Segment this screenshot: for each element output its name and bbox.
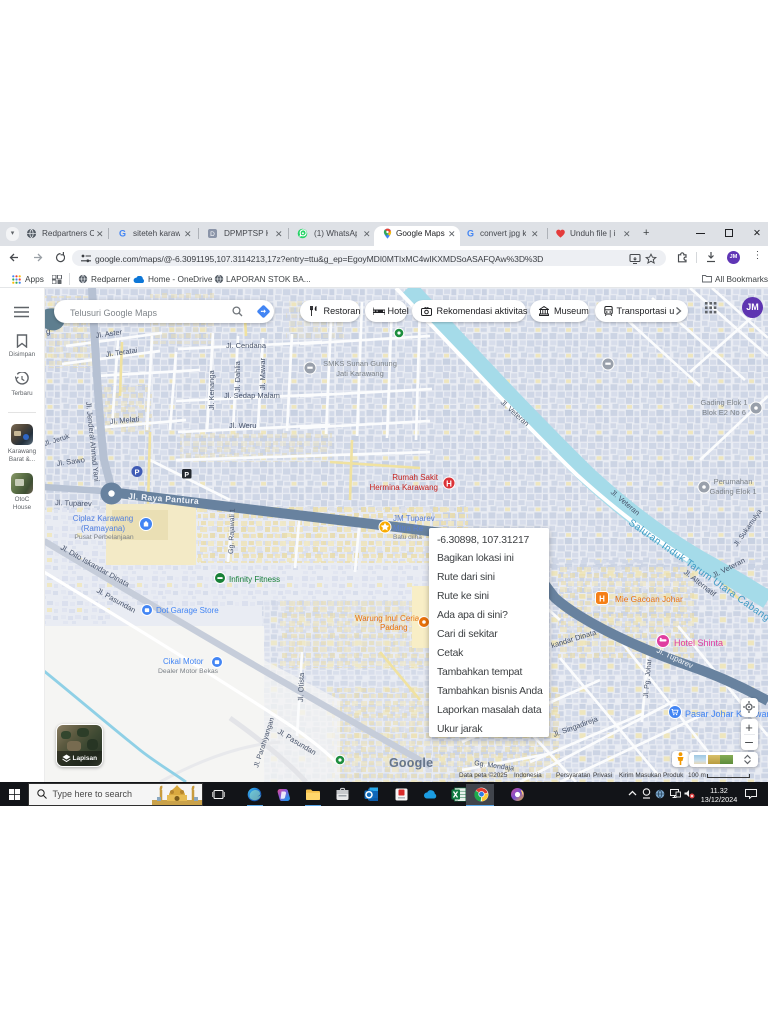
svg-text:Blok E2 No 6: Blok E2 No 6 [702,408,746,417]
svg-text:g: g [46,327,50,336]
svg-text:Infinity Fitness: Infinity Fitness [229,575,280,584]
svg-text:G: G [467,228,474,238]
svg-text:Warung Inul Ceria: Warung Inul Ceria [355,614,420,623]
svg-text:Pusat Perbelanjaan: Pusat Perbelanjaan [74,534,134,541]
svg-text:SMKS Sunan Gunung: SMKS Sunan Gunung [323,359,397,368]
svg-text:Mitra Re: Mitra Re [393,524,424,533]
svg-text:Perumahan: Perumahan [714,477,753,486]
svg-text:H: H [599,595,605,604]
svg-text:Jl. Tuparev: Jl. Tuparev [55,498,92,508]
svg-text:Rumah Sakit: Rumah Sakit [392,473,439,482]
svg-text:(Ramayana): (Ramayana) [81,524,125,533]
svg-text:Jl. Kenanga: Jl. Kenanga [207,370,216,410]
svg-text:P: P [184,472,189,479]
svg-text:Dot Garage Store: Dot Garage Store [156,606,219,615]
svg-text:Jl. Mawar: Jl. Mawar [258,357,267,390]
svg-text:Jl. Otista: Jl. Otista [296,672,306,702]
svg-text:Padang: Padang [380,623,408,632]
svg-text:Cikal Motor: Cikal Motor [163,657,204,666]
svg-text:JM Tuparev: JM Tuparev [393,514,435,523]
svg-text:Jati Karawang: Jati Karawang [336,369,384,378]
svg-text:Jl. Sedap Malam: Jl. Sedap Malam [224,391,280,400]
svg-text:D: D [210,231,215,238]
svg-text:Batu dilha: Batu dilha [393,534,422,541]
svg-text:Gading Elok 1: Gading Elok 1 [700,398,747,407]
svg-text:H: H [446,480,452,489]
svg-text:Gading Elok 1: Gading Elok 1 [709,487,756,496]
svg-text:Jl. Weru: Jl. Weru [229,421,256,430]
svg-text:Ciplaz Karawang: Ciplaz Karawang [73,514,133,523]
svg-text:Dealer Motor Bekas: Dealer Motor Bekas [158,668,219,675]
svg-text:Jl. Cendana: Jl. Cendana [226,341,267,350]
svg-text:Mie Gacoan Johar: Mie Gacoan Johar [615,594,683,604]
svg-text:G: G [119,228,126,238]
svg-text:Hotel Shinta: Hotel Shinta [674,638,723,648]
svg-text:Hermina Karawang: Hermina Karawang [370,483,438,492]
svg-text:P: P [134,468,139,477]
svg-text:Jl. Dahlia: Jl. Dahlia [233,360,242,392]
